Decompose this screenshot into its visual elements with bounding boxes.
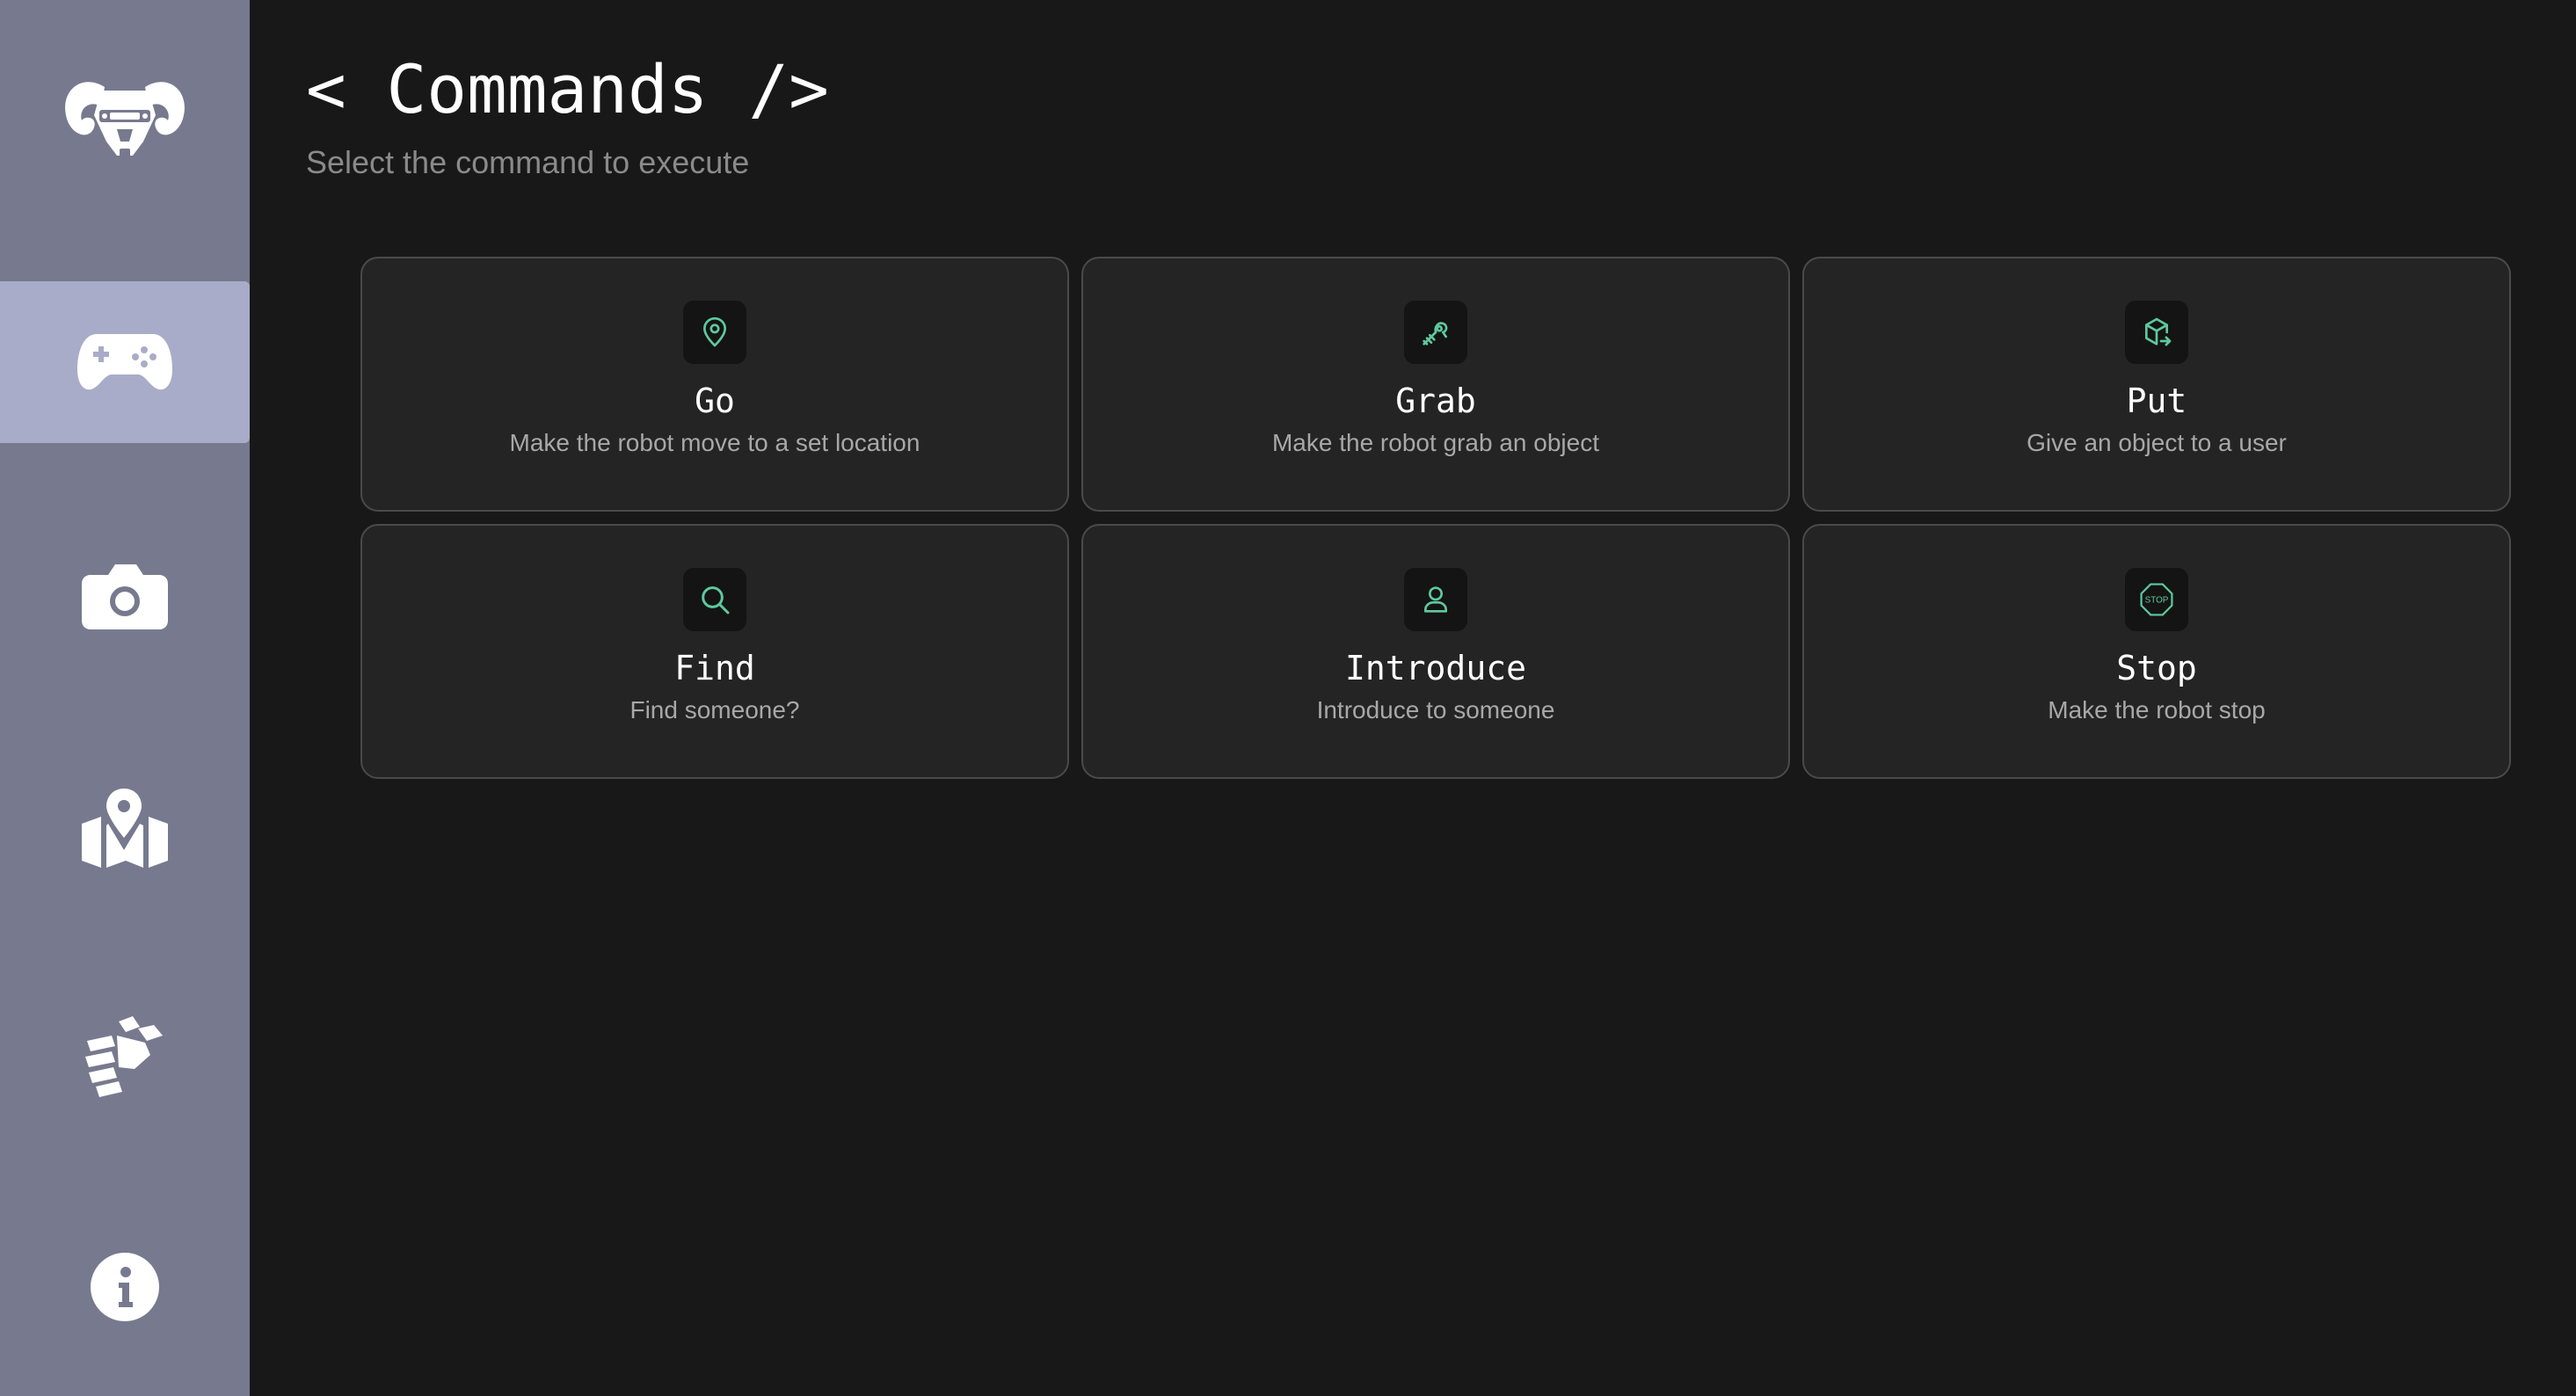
app-root: < Commands /> Select the command to exec… <box>0 0 2576 1396</box>
command-grid: Go Make the robot move to a set location… <box>360 257 2511 779</box>
search-icon <box>683 568 746 631</box>
stop-sign-icon: STOP <box>2125 568 2188 631</box>
command-title: Grab <box>1395 382 1476 420</box>
command-card-go[interactable]: Go Make the robot move to a set location <box>360 257 1069 512</box>
command-card-put[interactable]: Put Give an object to a user <box>1802 257 2511 512</box>
package-export-icon <box>2125 301 2188 364</box>
command-description: Introduce to someone <box>1316 696 1555 723</box>
command-card-introduce[interactable]: Introduce Introduce to someone <box>1081 524 1790 779</box>
command-card-stop[interactable]: STOP Stop Make the robot stop <box>1802 524 2511 779</box>
command-title: Put <box>2126 382 2187 420</box>
page-title: < Commands /> <box>306 50 829 128</box>
info-icon <box>91 1253 159 1321</box>
command-description: Make the robot move to a set location <box>509 429 921 456</box>
map-pin-icon <box>683 301 746 364</box>
robot-arm-icon <box>1404 301 1467 364</box>
sidebar-item-arm[interactable] <box>0 976 250 1138</box>
svg-text:STOP: STOP <box>2145 596 2169 606</box>
map-icon <box>82 789 168 868</box>
command-card-grab[interactable]: Grab Make the robot grab an object <box>1081 257 1790 512</box>
command-description: Make the robot stop <box>2048 696 2266 723</box>
command-description: Make the robot grab an object <box>1271 429 1599 456</box>
command-card-find[interactable]: Find Find someone? <box>360 524 1069 779</box>
sidebar <box>0 0 250 1396</box>
gamepad-icon <box>76 331 174 394</box>
robotic-hand-icon <box>84 1016 166 1097</box>
camera-icon <box>82 563 168 629</box>
command-title: Introduce <box>1345 649 1526 687</box>
sidebar-item-map[interactable] <box>0 747 250 909</box>
sidebar-item-info[interactable] <box>0 1206 250 1368</box>
ram-robot-logo-icon[interactable] <box>0 49 250 190</box>
sidebar-item-camera[interactable] <box>0 515 250 677</box>
sidebar-item-commands[interactable] <box>0 281 250 443</box>
command-title: Stop <box>2116 649 2197 687</box>
page-subtitle: Select the command to execute <box>306 144 750 180</box>
user-icon <box>1404 568 1467 631</box>
command-title: Find <box>674 649 755 687</box>
command-title: Go <box>695 382 735 420</box>
main-content: < Commands /> Select the command to exec… <box>250 0 2576 1396</box>
command-description: Find someone? <box>629 696 800 723</box>
command-description: Give an object to a user <box>2027 429 2287 456</box>
